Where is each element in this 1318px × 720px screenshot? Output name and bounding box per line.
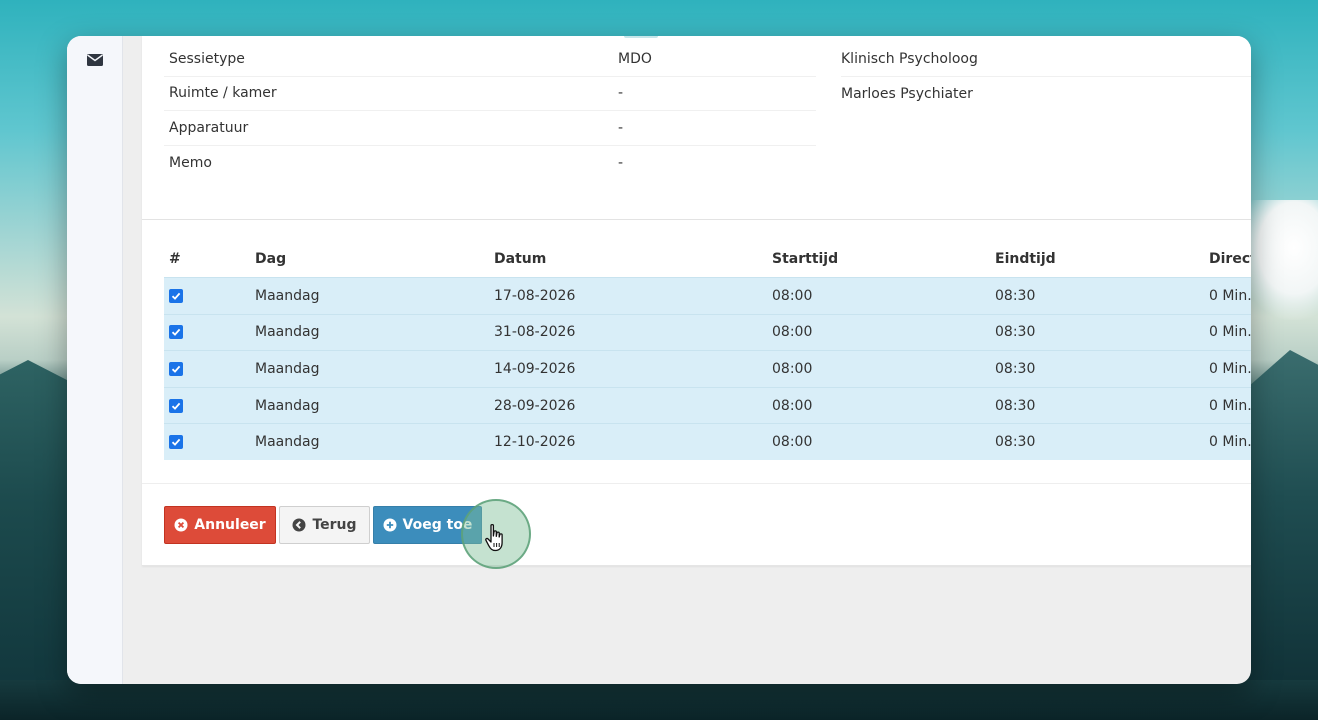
- row-checkbox[interactable]: [169, 288, 183, 303]
- cell-starttijd: 08:00: [772, 360, 813, 377]
- app-window: Sessietype MDO Ruimte / kamer - Apparatu…: [67, 36, 1251, 684]
- table-row: Maandag 12-10-2026 08:00 08:30 0 Min.: [164, 423, 1251, 460]
- table-row: Maandag 28-09-2026 08:00 08:30 0 Min.: [164, 386, 1251, 424]
- cell-datum: 17-08-2026: [494, 287, 576, 304]
- back-button[interactable]: Terug: [279, 506, 370, 544]
- cell-datum: 31-08-2026: [494, 324, 576, 341]
- info-label: Apparatuur: [169, 119, 249, 136]
- row-checkbox-cell: [164, 361, 255, 377]
- check-icon: [171, 292, 181, 300]
- column-header-starttijd: Starttijd: [772, 251, 839, 267]
- cell-datum: 12-10-2026: [494, 434, 576, 451]
- background-hill-right: [1248, 350, 1318, 720]
- cell-datum: 14-09-2026: [494, 360, 576, 377]
- cell-direct: 0 Min.: [1209, 360, 1251, 377]
- info-row: Sessietype MDO: [164, 42, 816, 77]
- cell-direct: 0 Min.: [1209, 397, 1251, 414]
- info-value: -: [618, 85, 624, 102]
- appointment-panel: Sessietype MDO Ruimte / kamer - Apparatu…: [142, 36, 1251, 569]
- session-info-table: Sessietype MDO Ruimte / kamer - Apparatu…: [164, 42, 816, 180]
- plus-circle-icon: [383, 518, 397, 532]
- column-header-dag: Dag: [255, 251, 287, 267]
- cell-eindtijd: 08:30: [995, 397, 1036, 414]
- check-icon: [171, 438, 181, 447]
- cell-direct: 0 Min.: [1209, 324, 1251, 341]
- row-checkbox[interactable]: [169, 435, 183, 450]
- row-checkbox[interactable]: [169, 325, 183, 340]
- participant-name: Klinisch Psycholoog: [841, 50, 978, 67]
- cell-dag: Maandag: [255, 434, 320, 451]
- row-checkbox-cell: [164, 398, 255, 414]
- back-button-label: Terug: [312, 517, 357, 533]
- cell-direct: 0 Min.: [1209, 287, 1251, 304]
- cell-eindtijd: 08:30: [995, 434, 1036, 451]
- info-row: Apparatuur -: [164, 111, 816, 146]
- info-label: Sessietype: [169, 50, 245, 67]
- participant-item: Marloes Psychiater: [841, 77, 1251, 112]
- table-row: Maandag 17-08-2026 08:00 08:30 0 Min.: [164, 277, 1251, 314]
- times-circle-icon: [174, 518, 188, 532]
- table-row: Maandag 31-08-2026 08:00 08:30 0 Min.: [164, 313, 1251, 351]
- row-checkbox-cell: [164, 434, 255, 450]
- cell-dag: Maandag: [255, 360, 320, 377]
- envelope-icon[interactable]: [87, 54, 103, 66]
- participant-name: Marloes Psychiater: [841, 85, 973, 102]
- info-value: -: [618, 154, 624, 171]
- background-hill-left: [0, 360, 70, 720]
- cell-starttijd: 08:00: [772, 397, 813, 414]
- cell-direct: 0 Min.: [1209, 434, 1251, 451]
- background-ground: [0, 680, 1318, 720]
- column-header-direct: Direct: [1209, 251, 1251, 267]
- cell-eindtijd: 08:30: [995, 287, 1036, 304]
- row-checkbox-cell: [164, 288, 255, 304]
- cell-starttijd: 08:00: [772, 324, 813, 341]
- cell-dag: Maandag: [255, 324, 320, 341]
- column-header-datum: Datum: [494, 251, 547, 267]
- cell-starttijd: 08:00: [772, 434, 813, 451]
- cell-dag: Maandag: [255, 287, 320, 304]
- info-value: -: [618, 119, 624, 136]
- row-checkbox[interactable]: [169, 361, 183, 376]
- arrow-circle-left-icon: [292, 518, 306, 532]
- cell-eindtijd: 08:30: [995, 360, 1036, 377]
- info-label: Ruimte / kamer: [169, 85, 277, 102]
- column-header-number: #: [169, 251, 181, 267]
- table-row: Maandag 14-09-2026 08:00 08:30 0 Min.: [164, 350, 1251, 387]
- participants-list: Klinisch Psycholoog Marloes Psychiater: [841, 42, 1251, 111]
- check-icon: [171, 365, 181, 373]
- cancel-button-label: Annuleer: [194, 517, 266, 533]
- cell-eindtijd: 08:30: [995, 324, 1036, 341]
- check-icon: [171, 329, 181, 337]
- schedule-header-row: # Dag Datum Starttijd Eindtijd Direct: [164, 241, 1251, 277]
- cell-dag: Maandag: [255, 397, 320, 414]
- info-value: MDO: [618, 50, 652, 67]
- check-icon: [171, 402, 181, 410]
- cell-datum: 28-09-2026: [494, 397, 576, 414]
- top-indicator: [624, 36, 658, 38]
- info-row: Memo -: [164, 146, 816, 181]
- info-label: Memo: [169, 154, 212, 171]
- row-checkbox-cell: [164, 324, 255, 340]
- schedule-table: # Dag Datum Starttijd Eindtijd Direct Ma…: [164, 241, 1251, 460]
- info-row: Ruimte / kamer -: [164, 77, 816, 111]
- footer-divider: [142, 483, 1251, 484]
- row-checkbox[interactable]: [169, 398, 183, 413]
- hand-pointer-icon: [485, 523, 503, 552]
- section-divider: [142, 219, 1251, 220]
- sidebar: [67, 36, 123, 684]
- cell-starttijd: 08:00: [772, 287, 813, 304]
- cancel-button[interactable]: Annuleer: [164, 506, 276, 544]
- participant-item: Klinisch Psycholoog: [841, 42, 1251, 77]
- column-header-eindtijd: Eindtijd: [995, 251, 1056, 267]
